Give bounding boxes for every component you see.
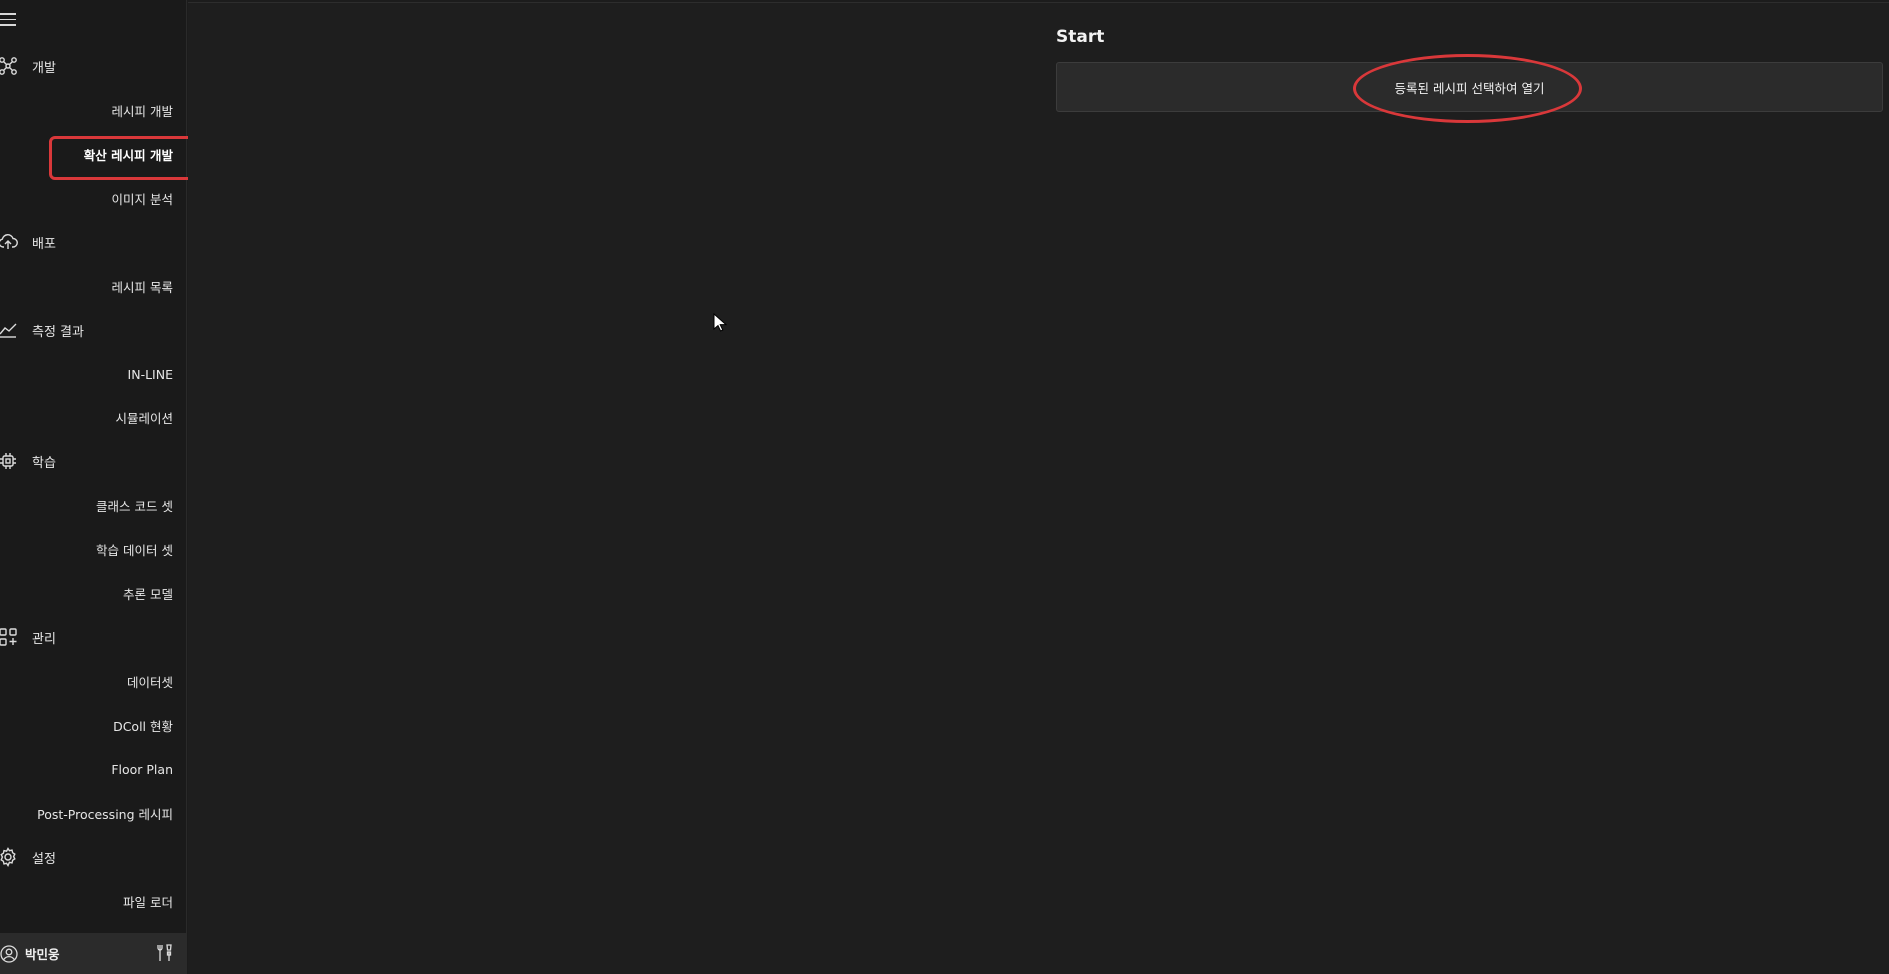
mouse-cursor-icon [713, 312, 728, 333]
sidebar-item-training-data-set[interactable]: 학습 데이터 셋 [96, 537, 173, 561]
nav-group-label: 설정 [32, 851, 56, 867]
nav-group-label: 관리 [32, 631, 56, 647]
sidebar-item-image-analysis[interactable]: 이미지 분석 [112, 186, 173, 210]
tools-icon[interactable] [155, 943, 175, 963]
nav-group-settings[interactable]: 설정 [0, 845, 56, 869]
nav-group-dev[interactable]: 개발 [0, 54, 56, 78]
nav-group-manage[interactable]: 관리 [0, 625, 56, 649]
nav-group-results[interactable]: 측정 결과 [0, 318, 84, 342]
sidebar-item-recipe-list[interactable]: 레시피 목록 [112, 274, 173, 298]
user-circle-icon [0, 944, 18, 963]
sidebar-item-post-processing-recipe[interactable]: Post-Processing 레시피 [37, 801, 173, 825]
line-chart-icon [0, 320, 18, 340]
main-content [188, 2, 1889, 974]
sidebar-item-file-loader[interactable]: 파일 로더 [123, 889, 173, 913]
network-nodes-icon [0, 56, 18, 76]
open-registered-recipe-button[interactable]: 등록된 레시피 선택하여 열기 [1056, 62, 1883, 112]
user-name: 박민웅 [25, 947, 60, 962]
section-title: Start [1056, 27, 1105, 47]
chip-icon [0, 451, 18, 471]
sidebar-item-inference-model[interactable]: 추론 모델 [123, 581, 173, 605]
nav-group-label: 개발 [32, 60, 56, 76]
user-bar[interactable]: 박민웅 [0, 933, 187, 974]
sidebar-item-floor-plan[interactable]: Floor Plan [111, 757, 173, 781]
sidebar-item-class-code-set[interactable]: 클래스 코드 셋 [96, 493, 173, 517]
nav-group-learning[interactable]: 학습 [0, 449, 56, 473]
hamburger-menu-icon[interactable] [0, 13, 16, 27]
nav-group-label: 학습 [32, 455, 56, 471]
sidebar-item-in-line[interactable]: IN-LINE [128, 362, 173, 386]
sidebar-item-diffusion-recipe-dev[interactable]: 확산 레시피 개발 [84, 142, 173, 166]
nav-group-label: 배포 [32, 236, 56, 252]
sidebar-item-dataset[interactable]: 데이터셋 [127, 669, 173, 693]
sidebar-item-dcoll-status[interactable]: DColl 현황 [113, 713, 173, 737]
sidebar-item-simulation[interactable]: 시뮬레이션 [115, 405, 173, 429]
gear-icon [0, 847, 18, 867]
nav-group-label: 측정 결과 [32, 324, 84, 340]
cloud-upload-icon [0, 232, 18, 252]
apps-add-icon [0, 627, 18, 647]
sidebar-item-recipe-dev[interactable]: 레시피 개발 [112, 98, 173, 122]
sidebar: 개발 레시피 개발 확산 레시피 개발 이미지 분석 배포 레시피 목록 측정 … [0, 0, 202, 974]
nav-group-deploy[interactable]: 배포 [0, 230, 56, 254]
